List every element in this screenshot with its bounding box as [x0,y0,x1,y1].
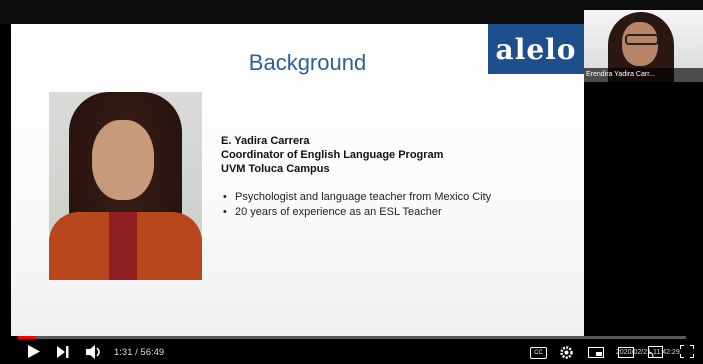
settings-icon[interactable] [560,346,573,359]
next-icon[interactable] [57,346,69,358]
bullet-list: Psychologist and language teacher from M… [221,190,491,220]
presenter-name: E. Yadira Carrera [221,135,310,147]
webcam-thumbnail: Erendira Yadira Carr... [584,10,703,82]
presenter-info: E. Yadira Carrera Coordinator of English… [221,134,443,176]
presenter-role: Coordinator of English Language Program [221,149,444,161]
presenter-photo [49,92,202,280]
cast-icon[interactable] [648,346,663,358]
bullet-item: Psychologist and language teacher from M… [221,190,491,205]
volume-icon[interactable] [86,345,102,359]
progress-played [18,336,37,339]
webcam-side-panel [584,82,703,336]
play-icon[interactable] [28,345,40,358]
logo-text: alelo [495,32,577,66]
alelo-logo: alelo [488,24,584,74]
webcam-name-label: Erendira Yadira Carr... [584,68,703,82]
bullet-item: 20 years of experience as an ESL Teacher [221,205,491,220]
miniplayer-icon[interactable] [588,347,604,358]
cc-icon[interactable]: CC [530,347,547,359]
presentation-slide: Background alelo E. Yadira Carrera Coord… [11,24,584,336]
presenter-campus: UVM Toluca Campus [221,163,330,175]
time-display: 1:31 / 56:49 [114,347,165,358]
progress-bar[interactable] [18,336,686,339]
theater-icon[interactable] [618,347,634,358]
fullscreen-icon[interactable] [680,345,694,358]
